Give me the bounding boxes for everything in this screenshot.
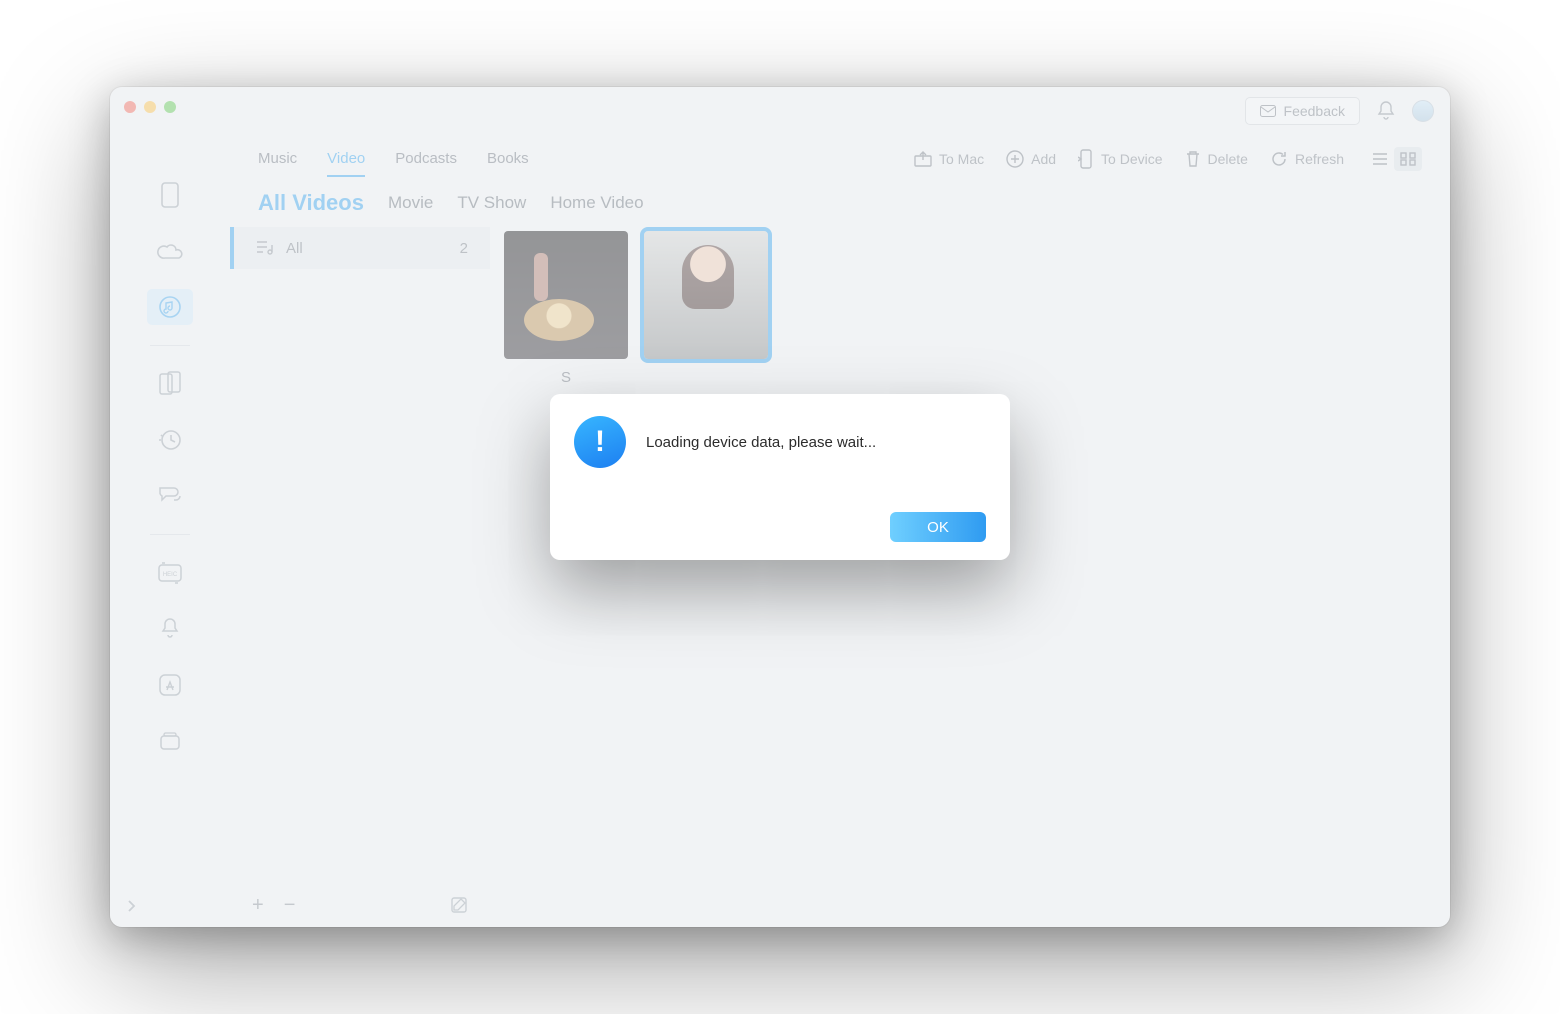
app-window: Feedback HEIC: [110, 87, 1450, 927]
dialog-message: Loading device data, please wait...: [646, 434, 876, 451]
loading-dialog: ! Loading device data, please wait... OK: [550, 394, 1010, 560]
info-icon: !: [574, 416, 626, 468]
ok-button[interactable]: OK: [890, 512, 986, 542]
modal-backdrop: ! Loading device data, please wait... OK: [110, 87, 1450, 927]
